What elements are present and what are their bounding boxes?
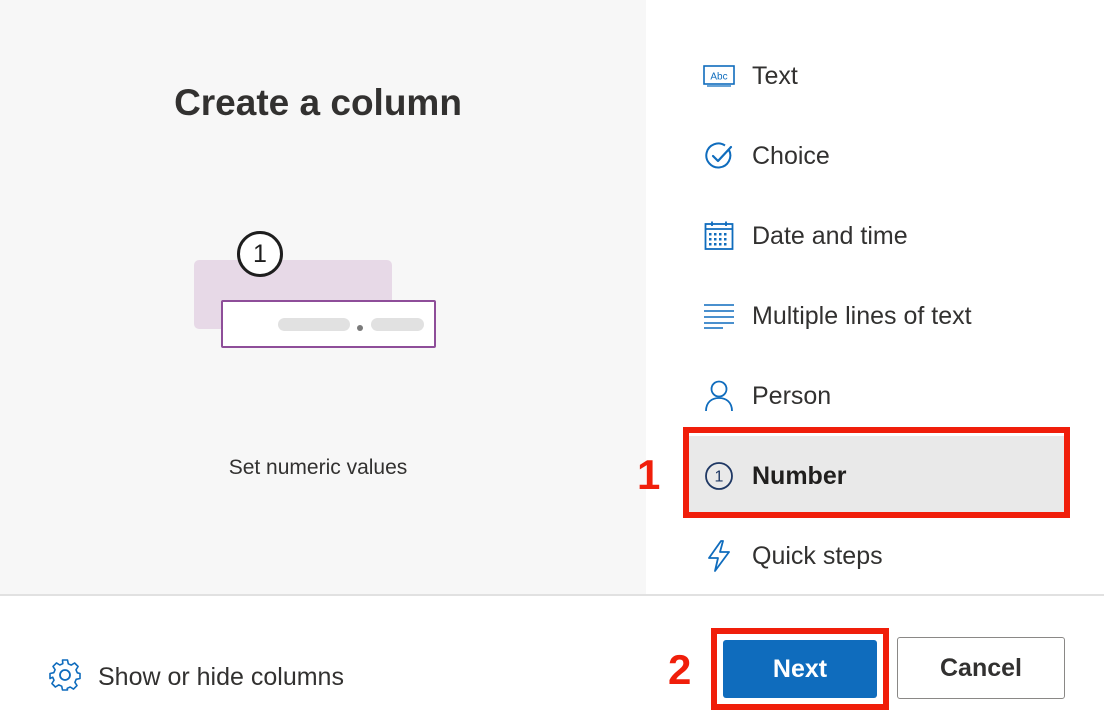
column-type-date-and-time[interactable]: Date and time — [686, 196, 1066, 276]
column-type-person[interactable]: Person — [686, 356, 1066, 436]
multiline-text-icon — [702, 299, 736, 333]
text-abc-icon: Abc — [702, 59, 736, 93]
gear-icon — [48, 658, 82, 697]
column-type-label: Text — [752, 61, 798, 90]
cancel-button[interactable]: Cancel — [897, 637, 1065, 699]
show-hide-columns-label: Show or hide columns — [98, 663, 344, 691]
lightning-icon — [702, 539, 736, 573]
column-type-label: Number — [752, 461, 847, 490]
column-type-label: Date and time — [752, 221, 908, 250]
annotation-step-1: 1 — [637, 451, 661, 498]
show-hide-columns-link[interactable]: Show or hide columns — [48, 658, 344, 697]
illustration-decimal-point — [357, 325, 363, 331]
column-type-label: Multiple lines of text — [752, 301, 972, 330]
column-type-multiple-lines-of-text[interactable]: Multiple lines of text — [686, 276, 1066, 356]
number-circle-icon: 1 — [702, 459, 736, 493]
column-type-choice[interactable]: Choice — [686, 116, 1066, 196]
calendar-icon — [702, 219, 736, 253]
footer-divider — [0, 594, 1104, 596]
preview-panel: Create a column 1 Set numeric values — [0, 0, 646, 594]
number-circle-glyph: 1 — [715, 469, 724, 486]
column-type-label: Choice — [752, 141, 830, 170]
column-type-quick-steps[interactable]: Quick steps — [686, 516, 1066, 596]
illustration-integer-placeholder — [278, 318, 350, 331]
column-type-label: Quick steps — [752, 541, 883, 570]
column-type-label: Person — [752, 381, 832, 410]
illustration-number-field — [221, 300, 436, 348]
annotation-highlight-next: Next — [711, 628, 889, 710]
annotation-step-2: 2 — [668, 646, 692, 693]
illustration-fraction-placeholder — [371, 318, 424, 331]
text-abc-glyph: Abc — [710, 72, 727, 83]
column-type-text[interactable]: Abc Text — [686, 36, 1066, 116]
column-type-number[interactable]: 1 Number — [686, 436, 1066, 516]
column-type-list: Abc Text Choice Date and time Multiple l… — [686, 36, 1066, 596]
illustration-number-badge-icon: 1 — [237, 231, 283, 277]
number-illustration: 1 — [0, 0, 646, 594]
create-column-dialog: Create a column 1 Set numeric values Abc… — [0, 0, 1104, 712]
next-button[interactable]: Next — [723, 640, 877, 698]
panel-description: Set numeric values — [228, 456, 408, 479]
person-icon — [702, 379, 736, 413]
choice-check-icon — [702, 139, 736, 173]
